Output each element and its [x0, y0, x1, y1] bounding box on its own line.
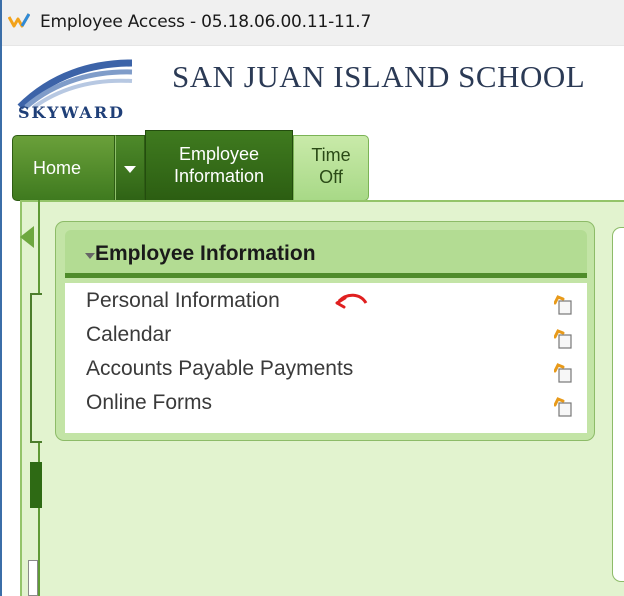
sidebar-panel — [30, 293, 42, 443]
title-bar: Employee Access - 05.18.06.00.11-11.7 — [2, 0, 624, 46]
skyward-logo-text: SKYWARD — [18, 103, 125, 122]
right-module-panel — [612, 227, 624, 582]
tab-employee-label-line2: Information — [173, 166, 265, 186]
tab-home[interactable]: Home — [12, 135, 115, 201]
new-window-icon[interactable] — [554, 295, 572, 315]
link-accounts-payable-payments[interactable]: Accounts Payable Payments — [86, 357, 353, 381]
skyward-app-icon — [8, 13, 30, 28]
red-arrow-annotation-icon — [335, 293, 368, 309]
sidebar-tab[interactable] — [30, 462, 42, 508]
link-online-forms[interactable]: Online Forms — [86, 391, 212, 415]
app-header: SKYWARD SAN JUAN ISLAND SCHOOL — [2, 47, 624, 132]
home-dropdown-button[interactable] — [115, 135, 145, 201]
tab-employee-label-line1: Employee — [178, 144, 260, 164]
tab-time-off[interactable]: Time Off — [293, 135, 369, 201]
tab-time-label-line1: Time — [311, 145, 351, 165]
school-name: SAN JUAN ISLAND SCHOOL — [172, 59, 586, 94]
tab-time-label-line2: Off — [319, 167, 343, 187]
link-calendar[interactable]: Calendar — [86, 323, 171, 347]
tab-home-label: Home — [33, 158, 82, 178]
collapse-triangle-icon[interactable] — [85, 253, 95, 259]
module-body: Personal Information Calendar Accounts P… — [65, 283, 587, 433]
sidebar-panel-lower — [28, 560, 38, 596]
tab-employee-information[interactable]: Employee Information — [145, 130, 293, 201]
sidebar-collapse-icon[interactable] — [20, 226, 34, 248]
new-window-icon[interactable] — [554, 329, 572, 349]
link-personal-information[interactable]: Personal Information — [86, 289, 280, 313]
employee-information-module: Employee Information Personal Informatio… — [55, 221, 595, 441]
module-title: Employee Information — [95, 242, 316, 265]
window-title: Employee Access - 05.18.06.00.11-11.7 — [40, 12, 372, 32]
module-header[interactable]: Employee Information — [65, 230, 587, 278]
new-window-icon[interactable] — [554, 363, 572, 383]
new-window-icon[interactable] — [554, 397, 572, 417]
